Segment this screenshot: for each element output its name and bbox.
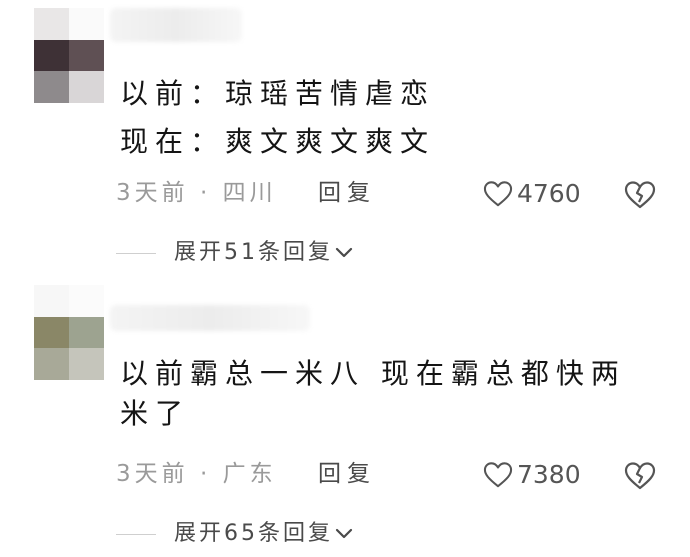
comment-text-line: 现在：爽文爽文爽文 bbox=[120, 125, 436, 158]
meta-separator: · bbox=[199, 461, 212, 487]
comment-time: 3天前 bbox=[116, 180, 189, 206]
avatar[interactable] bbox=[34, 8, 104, 103]
username-obscured[interactable] bbox=[110, 305, 310, 331]
comment-meta: 3天前 · 四川 bbox=[116, 176, 277, 210]
heart-icon bbox=[483, 181, 513, 207]
expand-replies[interactable]: 展开65条回复 bbox=[116, 517, 353, 551]
like-button[interactable]: 4760 bbox=[483, 177, 581, 211]
meta-separator: · bbox=[199, 180, 212, 206]
reply-button[interactable]: 回复 bbox=[318, 176, 376, 210]
comment-text: 以前霸总一米八 现在霸总都快两米了 bbox=[120, 357, 626, 430]
expand-replies-label: 展开51条回复 bbox=[174, 240, 333, 265]
comment-location: 四川 bbox=[222, 180, 277, 206]
divider-line bbox=[116, 252, 156, 254]
like-count: 7380 bbox=[517, 460, 581, 489]
like-button[interactable]: 7380 bbox=[483, 458, 581, 492]
reply-button[interactable]: 回复 bbox=[318, 457, 376, 491]
expand-replies[interactable]: 展开51条回复 bbox=[116, 236, 353, 270]
comment-time: 3天前 bbox=[116, 461, 189, 487]
broken-heart-icon[interactable] bbox=[624, 461, 656, 491]
heart-icon bbox=[483, 462, 513, 488]
comment-meta: 3天前 · 广东 bbox=[116, 457, 277, 491]
expand-replies-label: 展开65条回复 bbox=[174, 521, 333, 546]
comment-text-line: 以前：琼瑶苦情虐恋 bbox=[120, 77, 436, 110]
comment-item: 以前：琼瑶苦情虐恋 现在：爽文爽文爽文 3天前 · 四川 回复 4760 展开5… bbox=[0, 0, 690, 285]
chevron-down-icon bbox=[335, 247, 353, 258]
comment-location: 广东 bbox=[222, 461, 277, 487]
username-obscured[interactable] bbox=[110, 8, 242, 42]
avatar[interactable] bbox=[34, 285, 104, 380]
divider-line bbox=[116, 533, 156, 535]
broken-heart-icon[interactable] bbox=[624, 180, 656, 210]
comment-item: 以前霸总一米八 现在霸总都快两米了 3天前 · 广东 回复 7380 展开65条… bbox=[0, 285, 690, 557]
chevron-down-icon bbox=[335, 528, 353, 539]
like-count: 4760 bbox=[517, 179, 581, 208]
